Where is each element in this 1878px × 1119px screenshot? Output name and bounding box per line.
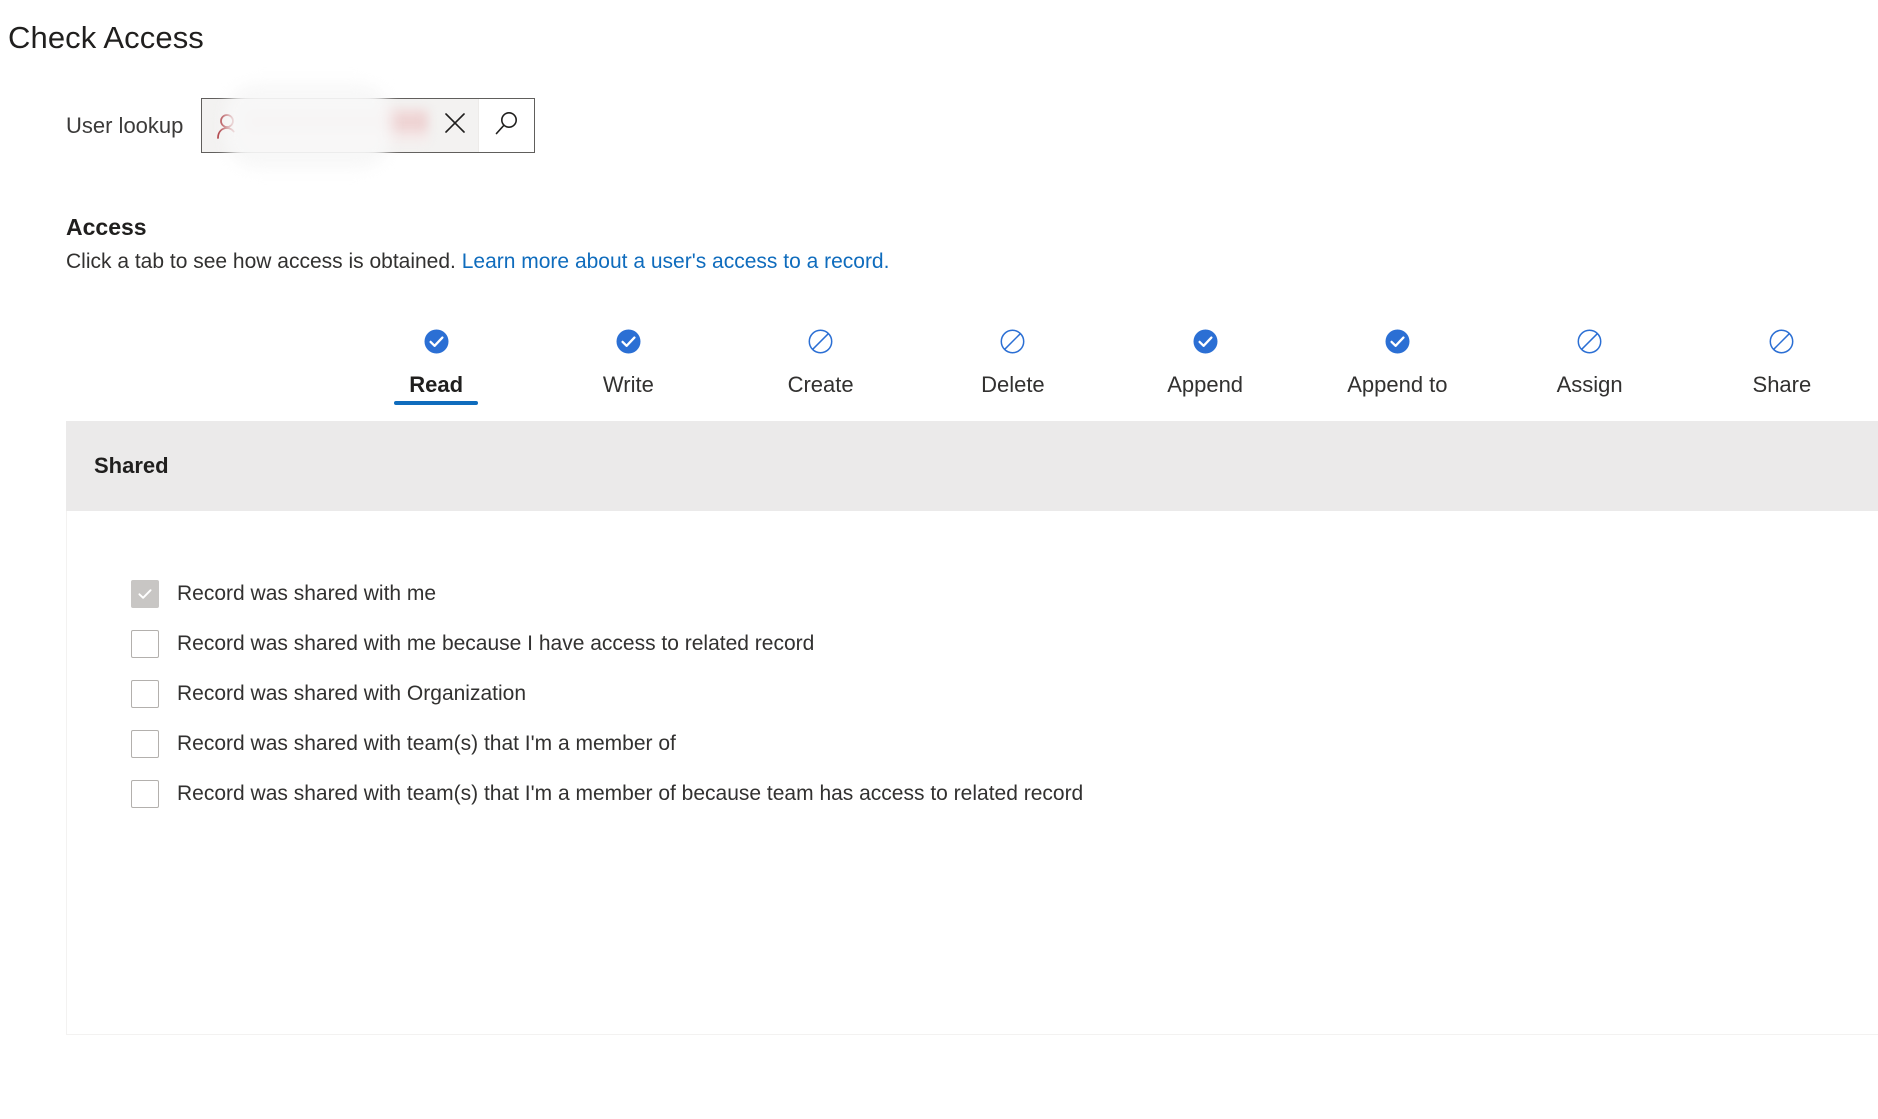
access-result-panel: Shared Record was shared with me Record … [66, 421, 1878, 1035]
tab-label: Share [1752, 372, 1812, 397]
tab-write[interactable]: Write [532, 320, 724, 408]
panel-body: Record was shared with me Record was sha… [66, 511, 1878, 1035]
tab-read[interactable]: Read [340, 320, 532, 408]
search-icon [493, 110, 520, 142]
tab-append-to[interactable]: Append to [1301, 320, 1493, 408]
tab-active-indicator [586, 401, 670, 405]
tab-active-indicator [779, 401, 863, 405]
list-item[interactable]: Record was shared with me [67, 569, 1878, 619]
prohibition-circle-icon [1768, 326, 1795, 356]
prohibition-circle-icon [999, 326, 1026, 356]
list-item-label: Record was shared with me because I have… [177, 632, 815, 655]
tab-label: Write [602, 372, 654, 397]
tab-active-indicator [394, 401, 479, 405]
tab-label: Delete [981, 372, 1045, 397]
clear-lookup-button[interactable] [432, 99, 479, 152]
user-lookup-row: User lookup [66, 83, 536, 169]
tab-active-indicator [971, 401, 1055, 405]
check-circle-icon [1192, 326, 1219, 356]
tab-assign[interactable]: Assign [1494, 320, 1686, 408]
tab-active-indicator [1740, 401, 1824, 405]
checkbox-shared-with-teams-related-record [131, 780, 159, 808]
checkbox-shared-with-teams [131, 730, 159, 758]
tab-active-indicator [1548, 401, 1632, 405]
list-item[interactable]: Record was shared with Organization [67, 669, 1878, 719]
prohibition-circle-icon [807, 326, 834, 356]
user-lookup-label: User lookup [66, 112, 184, 138]
permission-tabs: Read Write Create Delete Append Append t… [340, 320, 1878, 408]
tab-append[interactable]: Append [1109, 320, 1301, 408]
check-circle-icon [615, 326, 642, 356]
page-title: Check Access [8, 20, 204, 55]
checkbox-shared-related-record [131, 630, 159, 658]
tab-label: Create [787, 372, 854, 397]
access-section-heading: Access [66, 214, 147, 240]
tab-create[interactable]: Create [725, 320, 917, 408]
panel-header-title: Shared [94, 453, 169, 478]
tab-label: Read [409, 372, 464, 397]
check-circle-icon [423, 326, 450, 356]
user-lookup-input-area[interactable] [202, 83, 433, 169]
person-icon [210, 113, 244, 139]
access-description-text: Click a tab to see how access is obtaine… [66, 250, 456, 273]
tab-delete[interactable]: Delete [917, 320, 1109, 408]
tab-label: Append to [1347, 372, 1448, 397]
learn-more-link[interactable]: Learn more about a user's access to a re… [462, 250, 890, 273]
list-item-label: Record was shared with team(s) that I'm … [177, 782, 1084, 805]
list-item-label: Record was shared with Organization [177, 682, 527, 705]
checkbox-shared-with-organization [131, 680, 159, 708]
close-icon [443, 111, 467, 140]
prohibition-circle-icon [1576, 326, 1603, 356]
tab-label: Assign [1556, 372, 1623, 397]
user-lookup-field[interactable] [201, 83, 536, 169]
selected-user-name [246, 105, 429, 146]
tab-share[interactable]: Share [1686, 320, 1878, 408]
list-item[interactable]: Record was shared with team(s) that I'm … [67, 769, 1878, 819]
tab-active-indicator [1355, 401, 1439, 405]
panel-header: Shared [66, 421, 1878, 511]
list-item-label: Record was shared with me [177, 582, 437, 605]
tab-label: Append [1167, 372, 1244, 397]
search-lookup-button[interactable] [478, 99, 535, 152]
list-item[interactable]: Record was shared with me because I have… [67, 619, 1878, 669]
list-item-label: Record was shared with team(s) that I'm … [177, 732, 676, 755]
list-item[interactable]: Record was shared with team(s) that I'm … [67, 719, 1878, 769]
tab-active-indicator [1163, 401, 1247, 405]
access-section-description: Click a tab to see how access is obtaine… [66, 250, 889, 274]
check-circle-icon [1384, 326, 1411, 356]
checkbox-shared-with-me [131, 580, 159, 608]
